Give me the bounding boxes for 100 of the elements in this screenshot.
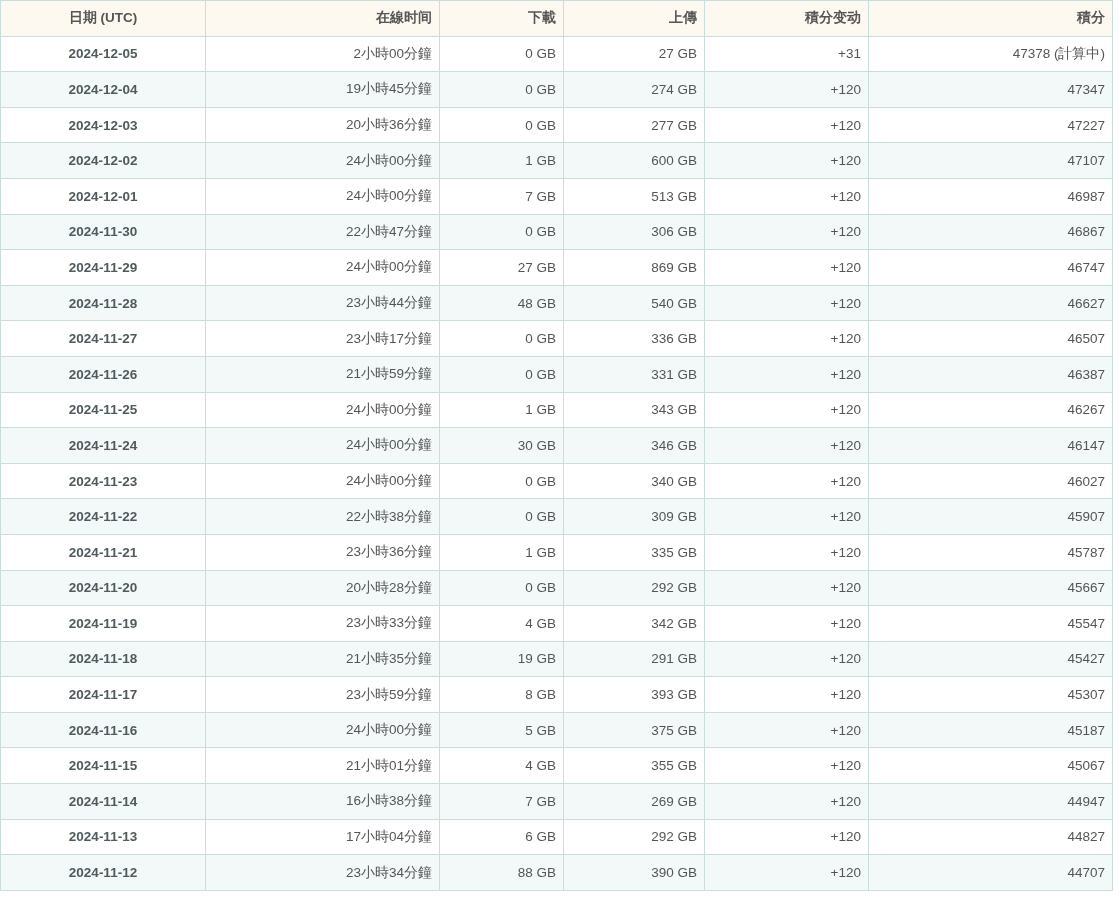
table-cell: +120 — [704, 178, 869, 215]
table-cell: 0 GB — [439, 570, 564, 606]
table-cell: 292 GB — [563, 819, 705, 855]
table-cell: +120 — [704, 676, 869, 713]
table-cell: 47227 — [868, 107, 1113, 143]
table-cell: 45187 — [868, 712, 1113, 748]
table-cell: +120 — [704, 534, 869, 570]
table-cell: 46507 — [868, 320, 1113, 357]
table-cell: 45067 — [868, 747, 1113, 784]
column-header: 積分 — [868, 0, 1113, 37]
table-cell: 2024-12-03 — [0, 107, 206, 143]
table-cell: 46027 — [868, 463, 1113, 499]
table-cell: 2024-12-02 — [0, 142, 206, 179]
table-cell: 48 GB — [439, 285, 564, 321]
table-cell: 44947 — [868, 783, 1113, 820]
table-cell: 343 GB — [563, 392, 705, 428]
table-cell: 8 GB — [439, 676, 564, 713]
table-cell: 2024-11-28 — [0, 285, 206, 321]
table-cell: 24小時00分鐘 — [205, 463, 440, 499]
table-cell: 336 GB — [563, 320, 705, 357]
table-cell: 2024-11-25 — [0, 392, 206, 428]
table-cell: +120 — [704, 285, 869, 321]
table-cell: 306 GB — [563, 214, 705, 250]
table-cell: 342 GB — [563, 605, 705, 642]
table-cell: 0 GB — [439, 107, 564, 143]
table-cell: 21小時35分鐘 — [205, 641, 440, 677]
table-cell: 2024-12-05 — [0, 36, 206, 72]
table-cell: 0 GB — [439, 36, 564, 72]
table-cell: 274 GB — [563, 71, 705, 108]
table-cell: 2024-11-17 — [0, 676, 206, 713]
table-cell: +120 — [704, 356, 869, 393]
table-cell: 23小時44分鐘 — [205, 285, 440, 321]
table-cell: +120 — [704, 498, 869, 535]
table-cell: +120 — [704, 71, 869, 108]
table-cell: 45907 — [868, 498, 1113, 535]
table-cell: 44827 — [868, 819, 1113, 855]
table-cell: 2024-12-01 — [0, 178, 206, 215]
table-cell: +120 — [704, 142, 869, 179]
table-cell: 45787 — [868, 534, 1113, 570]
table-cell: 88 GB — [439, 854, 564, 891]
table-cell: 46267 — [868, 392, 1113, 428]
table-cell: 7 GB — [439, 783, 564, 820]
table-cell: +120 — [704, 427, 869, 464]
table-cell: 46987 — [868, 178, 1113, 215]
table-cell: 45307 — [868, 676, 1113, 713]
table-cell: 5 GB — [439, 712, 564, 748]
table-cell: 540 GB — [563, 285, 705, 321]
table-cell: 340 GB — [563, 463, 705, 499]
table-cell: 513 GB — [563, 178, 705, 215]
table-cell: 24小時00分鐘 — [205, 249, 440, 286]
table-cell: +120 — [704, 463, 869, 499]
table-cell: 269 GB — [563, 783, 705, 820]
column-header: 下載 — [439, 0, 564, 37]
table-cell: 600 GB — [563, 142, 705, 179]
table-cell: 46867 — [868, 214, 1113, 250]
table-cell: 2小時00分鐘 — [205, 36, 440, 72]
table-cell: +120 — [704, 570, 869, 606]
table-cell: 24小時00分鐘 — [205, 178, 440, 215]
table-cell: 47347 — [868, 71, 1113, 108]
table-cell: 0 GB — [439, 71, 564, 108]
table-cell: 2024-11-14 — [0, 783, 206, 820]
table-cell: 45667 — [868, 570, 1113, 606]
table-cell: 390 GB — [563, 854, 705, 891]
table-cell: 23小時59分鐘 — [205, 676, 440, 713]
table-cell: 44707 — [868, 854, 1113, 891]
table-cell: 2024-11-21 — [0, 534, 206, 570]
table-cell: 0 GB — [439, 463, 564, 499]
table-cell: 1 GB — [439, 392, 564, 428]
table-cell: 2024-11-12 — [0, 854, 206, 891]
table-cell: 24小時00分鐘 — [205, 392, 440, 428]
table-cell: +120 — [704, 854, 869, 891]
table-cell: 20小時28分鐘 — [205, 570, 440, 606]
table-cell: 346 GB — [563, 427, 705, 464]
table-cell: 2024-11-18 — [0, 641, 206, 677]
table-cell: 23小時36分鐘 — [205, 534, 440, 570]
table-cell: 19小時45分鐘 — [205, 71, 440, 108]
column-header: 積分变动 — [704, 0, 869, 37]
table-cell: 2024-12-04 — [0, 71, 206, 108]
column-header: 在線时间 — [205, 0, 440, 37]
table-cell: 331 GB — [563, 356, 705, 393]
column-header: 日期 (UTC) — [0, 0, 206, 37]
table-cell: 27 GB — [563, 36, 705, 72]
table-cell: 23小時34分鐘 — [205, 854, 440, 891]
table-cell: +120 — [704, 214, 869, 250]
table-cell: +120 — [704, 392, 869, 428]
table-cell: 0 GB — [439, 214, 564, 250]
table-cell: 20小時36分鐘 — [205, 107, 440, 143]
table-cell: +120 — [704, 249, 869, 286]
table-cell: 2024-11-26 — [0, 356, 206, 393]
table-cell: 0 GB — [439, 498, 564, 535]
table-cell: +120 — [704, 641, 869, 677]
table-cell: 291 GB — [563, 641, 705, 677]
table-cell: 375 GB — [563, 712, 705, 748]
table-cell: 17小時04分鐘 — [205, 819, 440, 855]
table-cell: 1 GB — [439, 142, 564, 179]
table-cell: 47378 (計算中) — [868, 36, 1113, 72]
table-cell: 0 GB — [439, 320, 564, 357]
table-cell: 393 GB — [563, 676, 705, 713]
table-cell: +120 — [704, 747, 869, 784]
table-cell: 22小時38分鐘 — [205, 498, 440, 535]
